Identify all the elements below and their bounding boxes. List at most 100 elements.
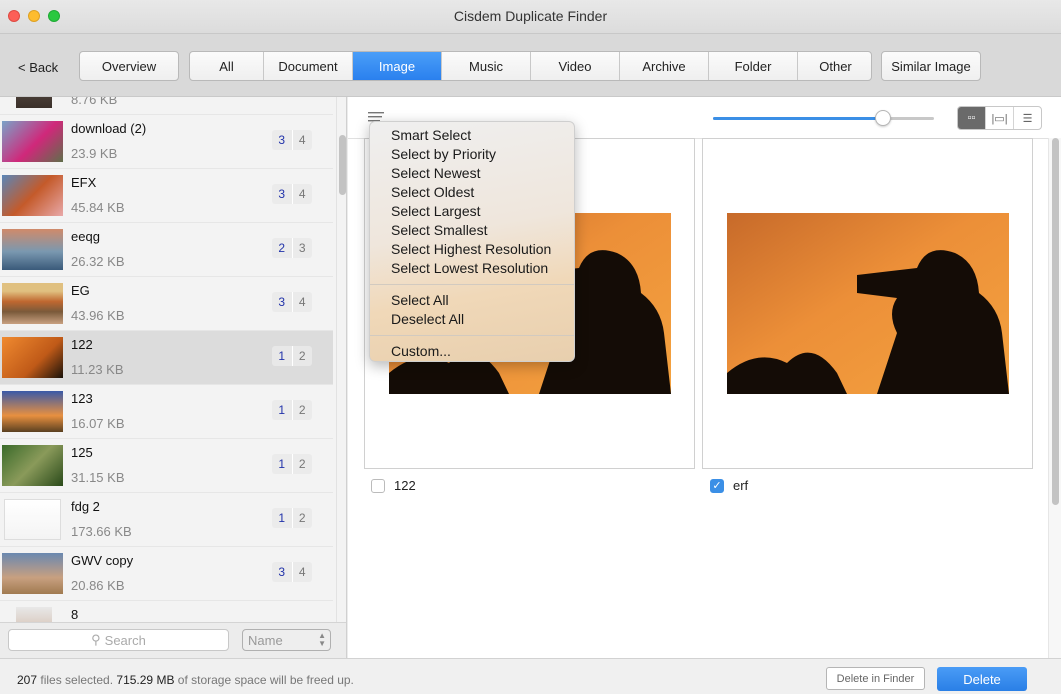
select-checkbox[interactable]: ✓ (710, 478, 724, 493)
list-item[interactable]: download (2) 23.9 KB 3 4 (0, 115, 333, 169)
thumbnail-size-slider[interactable] (713, 110, 934, 126)
tab-image[interactable]: Image (353, 52, 442, 80)
list-view-icon[interactable]: ☰ (1014, 107, 1041, 129)
list-item[interactable]: 122 11.23 KB 1 2 (0, 331, 333, 385)
files-text: files selected. (37, 673, 117, 687)
card-checkbox-row: ✓ erf (710, 478, 748, 493)
duplicate-count-badge: 12 (272, 400, 312, 420)
image-card[interactable] (702, 138, 1033, 469)
size-text: of storage space will be freed up. (174, 673, 354, 687)
file-size: 45.84 KB (71, 200, 125, 215)
file-thumbnail (2, 337, 63, 378)
duplicate-count-badge: 12 (272, 508, 312, 528)
total-count: 4 (298, 187, 306, 201)
file-thumbnail (2, 283, 63, 324)
menu-item-select-all[interactable]: Select All (370, 291, 574, 310)
file-size: 23.9 KB (71, 146, 118, 161)
delete-in-finder-button[interactable]: Delete in Finder (826, 667, 925, 690)
total-count: 2 (298, 511, 306, 525)
menu-item-deselect-all[interactable]: Deselect All (370, 310, 574, 329)
menu-item-smart-select[interactable]: Smart Select (370, 126, 574, 145)
menu-separator (370, 284, 574, 285)
list-item[interactable]: 123 16.07 KB 1 2 (0, 385, 333, 439)
selected-count: 1 (272, 454, 293, 474)
tab-all[interactable]: All (190, 52, 264, 80)
filmstrip-view-icon[interactable]: |▭| (986, 107, 1014, 129)
menu-item-select-smallest[interactable]: Select Smallest (370, 221, 574, 240)
delete-button[interactable]: Delete (937, 667, 1027, 691)
preview-scrollbar[interactable] (1048, 138, 1061, 658)
list-item[interactable]: GWV copy 20.86 KB 3 4 (0, 547, 333, 601)
selected-count: 3 (272, 130, 293, 150)
category-tabs: All Document Image Music Video Archive F… (189, 51, 872, 81)
sidebar-footer: ⚲ Search Name ▲ ▼ (0, 622, 346, 658)
list-item[interactable]: 8.76 KB (0, 97, 333, 115)
file-thumbnail (2, 445, 63, 486)
file-thumbnail (16, 97, 52, 108)
file-name: 8 (71, 607, 79, 622)
tab-archive[interactable]: Archive (620, 52, 709, 80)
overview-button[interactable]: Overview (79, 51, 179, 81)
duplicate-count-badge: 34 (272, 292, 312, 312)
slider-knob[interactable] (875, 110, 892, 126)
list-item[interactable]: eeqg 26.32 KB 2 3 (0, 223, 333, 277)
menu-item-select-by-priority[interactable]: Select by Priority (370, 145, 574, 164)
list-item[interactable]: EG 43.96 KB 3 4 (0, 277, 333, 331)
total-count: 2 (298, 457, 306, 471)
tab-music[interactable]: Music (442, 52, 531, 80)
selected-count: 2 (272, 238, 293, 258)
selected-count: 3 (272, 292, 293, 312)
select-checkbox[interactable] (371, 478, 385, 493)
status-bar: 207 files selected. 715.29 MB of storage… (0, 658, 1061, 694)
sort-select[interactable]: Name ▲ ▼ (242, 629, 331, 651)
search-icon: ⚲ (91, 632, 101, 647)
file-size: 8.76 KB (71, 97, 118, 107)
stepper-arrows-icon: ▲ ▼ (318, 631, 326, 648)
view-mode-switch: ▫▫ |▭| ☰ (957, 106, 1042, 130)
list-item[interactable]: 125 31.15 KB 1 2 (0, 439, 333, 493)
total-count: 4 (298, 565, 306, 579)
back-button[interactable]: < Back (18, 60, 58, 75)
tab-document[interactable]: Document (264, 52, 353, 80)
sidebar-scrollbar[interactable] (336, 97, 346, 622)
search-input[interactable]: ⚲ Search (8, 629, 229, 651)
file-name: fdg 2 (71, 499, 100, 514)
tab-folder[interactable]: Folder (709, 52, 798, 80)
menu-item-select-highest-resolution[interactable]: Select Highest Resolution (370, 240, 574, 259)
file-size: 173.66 KB (71, 524, 132, 539)
menu-item-select-oldest[interactable]: Select Oldest (370, 183, 574, 202)
tab-other[interactable]: Other (798, 52, 871, 80)
file-name: GWV copy (71, 553, 134, 568)
file-size: 31.15 KB (71, 470, 125, 485)
menu-item-select-lowest-resolution[interactable]: Select Lowest Resolution (370, 259, 574, 278)
list-item[interactable]: EFX 45.84 KB 3 4 (0, 169, 333, 223)
file-thumbnail (2, 121, 63, 162)
file-name: EFX (71, 175, 97, 190)
search-placeholder: Search (104, 632, 146, 648)
menu-item-select-largest[interactable]: Select Largest (370, 202, 574, 221)
file-name: 123 (71, 391, 93, 406)
menu-separator (370, 335, 574, 336)
similar-image-button[interactable]: Similar Image (881, 51, 981, 81)
menu-item-custom[interactable]: Custom... (370, 342, 574, 361)
file-name: download (2) (71, 121, 147, 136)
grid-view-icon[interactable]: ▫▫ (958, 107, 986, 129)
selected-count: 1 (272, 346, 293, 366)
files-count: 207 (17, 673, 38, 687)
file-thumbnail (2, 553, 63, 594)
menu-item-select-newest[interactable]: Select Newest (370, 164, 574, 183)
selected-count: 3 (272, 184, 293, 204)
toolbar: < Back Overview All Document Image Music… (0, 34, 1061, 97)
tab-video[interactable]: Video (531, 52, 620, 80)
file-group-list: 8.76 KB download (2) 23.9 KB 3 4 EFX 45.84 KB 3… (0, 97, 347, 658)
preview-scroll-thumb[interactable] (1052, 138, 1059, 505)
total-count: 2 (298, 349, 306, 363)
card-file-name: 122 (394, 478, 416, 493)
file-size: 26.32 KB (71, 254, 125, 269)
sidebar-scroll-thumb[interactable] (339, 135, 346, 195)
card-file-name: erf (733, 478, 749, 493)
status-text: 207 files selected. 715.29 MB of storage… (17, 673, 354, 687)
title-bar: Cisdem Duplicate Finder (0, 0, 1061, 34)
list-item[interactable]: fdg 2 173.66 KB 1 2 (0, 493, 333, 547)
duplicate-count-badge: 23 (272, 238, 312, 258)
